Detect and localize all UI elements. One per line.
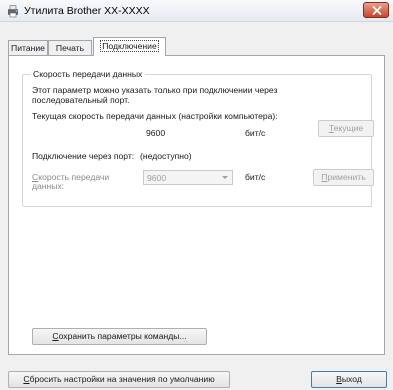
port-value: (недоступно) bbox=[140, 151, 192, 161]
reset-button-label: бросить настройки на значения по умолчан… bbox=[29, 374, 215, 384]
tab-connection-label: Подключение bbox=[100, 40, 159, 52]
tab-connection[interactable]: Подключение bbox=[93, 37, 166, 56]
description-line-1: Этот параметр можно указать только при п… bbox=[32, 85, 278, 95]
printer-app-icon bbox=[6, 4, 20, 18]
tab-power-label: Питание bbox=[11, 43, 45, 53]
close-icon bbox=[372, 6, 382, 15]
tab-print[interactable]: Печать bbox=[48, 40, 92, 55]
exit-button-label: ыход bbox=[341, 374, 362, 384]
tab-print-label: Печать bbox=[55, 43, 85, 53]
current-button[interactable]: Текущие bbox=[318, 120, 374, 137]
speed-label-line-2: данных: bbox=[32, 181, 65, 191]
port-label: Подключение через порт: bbox=[32, 151, 135, 161]
close-button[interactable] bbox=[363, 2, 389, 18]
title-bar: Утилита Brother XX-XXXX bbox=[0, 0, 393, 22]
reset-defaults-button[interactable]: Сбросить настройки на значения по умолча… bbox=[8, 371, 230, 388]
description-line-2: последовательный порт. bbox=[32, 95, 130, 105]
exit-button[interactable]: Выход bbox=[311, 371, 387, 388]
current-speed-value: 9600 bbox=[146, 128, 166, 138]
save-button-label: охранить параметры команды... bbox=[58, 331, 187, 341]
apply-button-label: рименить bbox=[327, 172, 366, 182]
speed-select[interactable]: 9600 bbox=[143, 170, 233, 185]
tab-power[interactable]: Питание bbox=[8, 40, 48, 55]
window-title: Утилита Brother XX-XXXX bbox=[24, 5, 150, 17]
speed-group-title: Скорость передачи данных bbox=[30, 69, 146, 79]
apply-button[interactable]: Применить bbox=[313, 169, 374, 186]
current-speed-unit: бит/с bbox=[245, 128, 266, 138]
speed-unit: бит/с bbox=[245, 172, 266, 182]
current-speed-label: Текущая скорость передачи данных (настро… bbox=[32, 111, 278, 121]
utility-window: Утилита Brother XX-XXXX Питание Печать П… bbox=[0, 0, 393, 390]
chevron-down-icon bbox=[218, 171, 232, 184]
current-button-label: екущие bbox=[333, 123, 364, 133]
speed-select-value: 9600 bbox=[147, 173, 167, 183]
save-command-settings-button[interactable]: Сохранить параметры команды... bbox=[32, 328, 207, 345]
